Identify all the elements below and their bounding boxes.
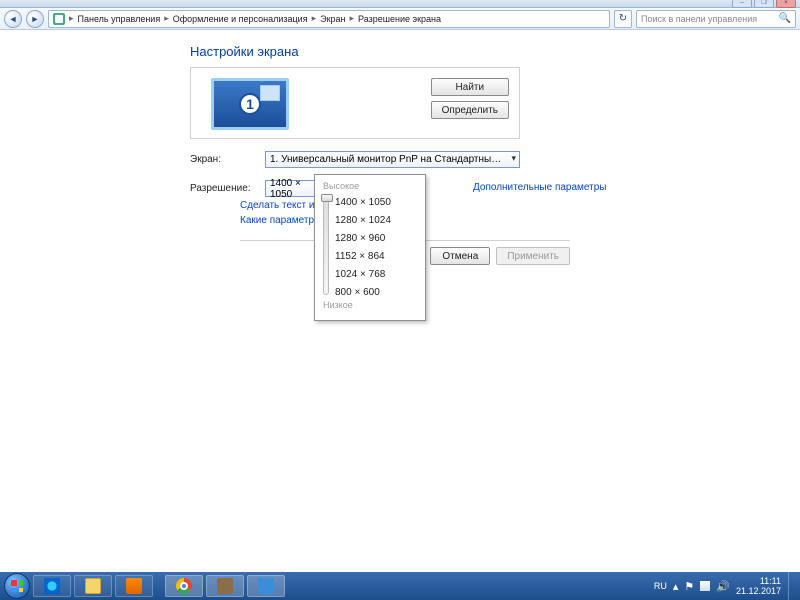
taskbar-explorer[interactable] (74, 575, 112, 597)
resolution-slider[interactable] (323, 195, 329, 295)
resolution-option[interactable]: 1152 × 864 (335, 251, 391, 262)
close-button[interactable]: × (776, 0, 796, 8)
tray-clock[interactable]: 11:11 21.12.2017 (736, 576, 781, 596)
resolution-options-list: 1400 × 1050 1280 × 1024 1280 × 960 1152 … (335, 195, 391, 298)
identify-button[interactable]: Определить (431, 101, 509, 119)
screen-select-value: 1. Универсальный монитор PnP на Стандарт… (270, 154, 503, 165)
volume-icon[interactable]: 🔊 (716, 580, 730, 593)
monitor-number-badge: 1 (239, 93, 261, 115)
resolution-dropdown: Высокое 1400 × 1050 1280 × 1024 1280 × 9… (314, 174, 426, 321)
resolution-label: Разрешение: (190, 183, 265, 194)
ie-icon (44, 578, 60, 594)
resolution-select-value: 1400 × 1050 (270, 178, 308, 200)
control-panel-icon (53, 13, 65, 25)
media-icon (126, 578, 142, 594)
screen-label: Экран: (190, 154, 265, 165)
search-icon: 🔍 (779, 13, 791, 24)
breadcrumb-sep: ▸ (67, 13, 76, 24)
window-titlebar: – ❐ × (0, 0, 800, 8)
start-button[interactable] (4, 573, 30, 599)
search-placeholder: Поиск в панели управления (641, 14, 757, 24)
search-input[interactable]: Поиск в панели управления 🔍 (636, 10, 796, 28)
resolution-option[interactable]: 1400 × 1050 (335, 197, 391, 208)
dropdown-low-label: Низкое (323, 300, 419, 310)
resolution-option[interactable]: 1024 × 768 (335, 269, 391, 280)
advanced-settings-link[interactable]: Дополнительные параметры (473, 182, 606, 193)
breadcrumb-item[interactable]: Панель управления (78, 14, 161, 24)
taskbar-chrome[interactable] (165, 575, 203, 597)
refresh-button[interactable]: ↻ (614, 10, 632, 28)
minimize-button[interactable]: – (732, 0, 752, 8)
tray-chevron-icon[interactable]: ▴ (673, 580, 679, 593)
screen-row: Экран: 1. Универсальный монитор PnP на С… (190, 151, 782, 168)
display-preview-panel: 1 Найти Определить (190, 67, 520, 139)
breadcrumb-item[interactable]: Экран (320, 14, 345, 24)
taskbar-media[interactable] (115, 575, 153, 597)
screen-select[interactable]: 1. Универсальный монитор PnP на Стандарт… (265, 151, 520, 168)
breadcrumb-sep: ▸ (310, 13, 319, 24)
tray-lang[interactable]: RU (654, 581, 667, 591)
tray-date: 21.12.2017 (736, 586, 781, 596)
monitor-preview[interactable]: 1 (211, 78, 289, 130)
folder-icon (85, 578, 101, 594)
breadcrumb[interactable]: ▸ Панель управления ▸ Оформление и персо… (48, 10, 610, 28)
breadcrumb-sep: ▸ (348, 13, 357, 24)
chrome-icon (176, 578, 192, 594)
taskbar-display-settings[interactable] (247, 575, 285, 597)
taskbar: RU ▴ ⚑ 🔊 11:11 21.12.2017 (0, 572, 800, 600)
display-icon (258, 578, 274, 594)
network-icon[interactable] (700, 581, 710, 591)
breadcrumb-sep: ▸ (162, 13, 171, 24)
address-bar: ◄ ► ▸ Панель управления ▸ Оформление и п… (0, 8, 800, 30)
find-button[interactable]: Найти (431, 78, 509, 96)
maximize-button[interactable]: ❐ (754, 0, 774, 8)
page-title: Настройки экрана (190, 44, 782, 59)
apply-button: Применить (496, 247, 570, 265)
taskbar-gimp[interactable] (206, 575, 244, 597)
resolution-slider-thumb[interactable] (321, 194, 333, 202)
action-center-icon[interactable]: ⚑ (684, 580, 694, 593)
system-tray: RU ▴ ⚑ 🔊 11:11 21.12.2017 (654, 576, 783, 596)
resolution-option[interactable]: 1280 × 1024 (335, 215, 391, 226)
nav-forward-button[interactable]: ► (26, 10, 44, 28)
cancel-button[interactable]: Отмена (430, 247, 490, 265)
breadcrumb-item[interactable]: Оформление и персонализация (173, 14, 308, 24)
monitor-ghost-icon (260, 85, 280, 101)
nav-back-button[interactable]: ◄ (4, 10, 22, 28)
taskbar-ie[interactable] (33, 575, 71, 597)
resolution-option[interactable]: 1280 × 960 (335, 233, 391, 244)
gimp-icon (217, 578, 233, 594)
resolution-option[interactable]: 800 × 600 (335, 287, 391, 298)
breadcrumb-item[interactable]: Разрешение экрана (358, 14, 441, 24)
dropdown-high-label: Высокое (323, 181, 419, 191)
show-desktop-button[interactable] (788, 572, 796, 600)
tray-time: 11:11 (736, 576, 781, 586)
